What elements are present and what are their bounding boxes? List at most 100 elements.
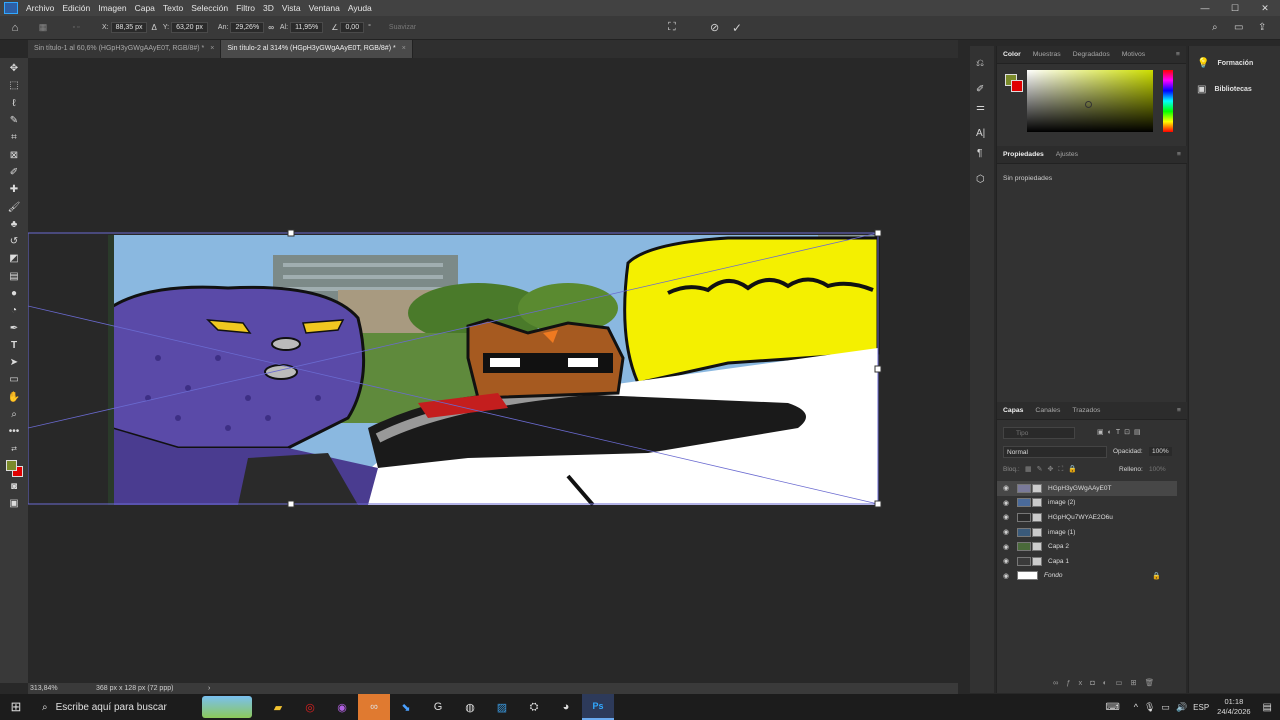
opera-icon[interactable]: ◎ <box>294 694 326 720</box>
tab-ajustes[interactable]: Ajustes <box>1050 146 1084 164</box>
hue-slider[interactable] <box>1163 70 1173 132</box>
tab-document-2[interactable]: Sin título-2 al 314% (HGpH3yGWgAAyE0T, R… <box>221 40 413 58</box>
tab-propiedades[interactable]: Propiedades <box>997 146 1050 164</box>
close-tab-icon[interactable]: × <box>210 45 214 52</box>
windows-start-icon[interactable]: ⊞ <box>0 694 32 720</box>
menu-archivo[interactable]: Archivo <box>22 3 58 13</box>
eye-icon[interactable]: ◉ <box>1003 572 1013 580</box>
home-icon[interactable]: ⌂ <box>0 22 30 34</box>
reference-grid-icon[interactable]: ▫ ▫ <box>56 24 96 31</box>
menu-texto[interactable]: Texto <box>159 3 187 13</box>
menu-filtro[interactable]: Filtro <box>232 3 259 13</box>
layer-filter-input[interactable]: Tipo <box>1003 427 1075 439</box>
minimize-icon[interactable]: — <box>1190 0 1220 16</box>
layer-row[interactable]: ◉ Capa 2 <box>997 539 1177 554</box>
width-field[interactable]: 29,26% <box>230 22 265 33</box>
type-tool-icon[interactable]: T <box>4 337 24 354</box>
quick-mask-icon[interactable]: ◙ <box>4 478 24 495</box>
quick-selection-tool-icon[interactable]: ✎ <box>4 112 24 129</box>
brush-settings-icon[interactable]: ✐ <box>976 84 984 95</box>
shape-tool-icon[interactable]: ▭ <box>4 371 24 388</box>
layer-row[interactable]: ◉ Capa 1 <box>997 554 1177 569</box>
menu-ventana[interactable]: Ventana <box>305 3 344 13</box>
tray-expand-icon[interactable]: ^ <box>1134 702 1138 712</box>
layer-name[interactable]: Capa 2 <box>1048 543 1069 550</box>
panel-menu-icon[interactable]: ≡ <box>1170 46 1186 64</box>
eye-icon[interactable]: ◉ <box>1003 528 1013 536</box>
layer-row[interactable]: ◉ image (2) <box>997 496 1177 511</box>
eyedropper-tool-icon[interactable]: ✐ <box>4 164 24 181</box>
history-panel-icon[interactable]: ⎌ <box>976 58 984 69</box>
layer-name[interactable]: HGpHQu7WYAE2O6u <box>1048 514 1113 521</box>
more-tools-icon[interactable]: ••• <box>4 423 24 440</box>
frame-tool-icon[interactable]: ⊠ <box>4 146 24 163</box>
menu-ayuda[interactable]: Ayuda <box>344 3 376 13</box>
clock[interactable]: 01:18 24/4/2026 <box>1217 697 1250 717</box>
healing-brush-tool-icon[interactable]: ✚ <box>4 181 24 198</box>
character-panel-icon[interactable]: A| <box>976 128 985 139</box>
cancel-transform-icon[interactable]: ⊘ <box>710 21 719 34</box>
foreground-color-swatch[interactable] <box>6 459 17 471</box>
hand-tool-icon[interactable]: ✋ <box>4 389 24 406</box>
color-field[interactable] <box>1027 70 1153 132</box>
keyboard-icon[interactable]: ⌨ <box>1105 702 1119 713</box>
paint-app-icon[interactable]: ▨ <box>486 694 518 720</box>
adjustments-icon[interactable]: ⚌ <box>976 102 985 113</box>
network-icon[interactable]: ▭ <box>1161 702 1170 713</box>
eraser-tool-icon[interactable]: ◩ <box>4 250 24 267</box>
tab-document-1[interactable]: Sin título-1 al 60,6% (HGpH3yGWgAAyE0T, … <box>28 40 222 58</box>
close-tab-icon[interactable]: × <box>402 45 406 52</box>
link-icon[interactable]: ∞ <box>268 23 274 32</box>
blur-tool-icon[interactable]: ● <box>4 285 24 302</box>
crop-tool-icon[interactable]: ⌗ <box>4 129 24 146</box>
maximize-icon[interactable]: ☐ <box>1220 0 1250 16</box>
background-color-swatch[interactable] <box>1011 80 1023 92</box>
eye-icon[interactable]: ◉ <box>1003 484 1013 492</box>
chrome-app-icon[interactable]: ◍ <box>454 694 486 720</box>
path-selection-tool-icon[interactable]: ➤ <box>4 354 24 371</box>
menu-3d[interactable]: 3D <box>259 3 278 13</box>
workspace-icon[interactable]: ▭ <box>1234 22 1243 33</box>
layer-name[interactable]: Capa 1 <box>1048 558 1069 565</box>
panel-menu-icon[interactable]: ≡ <box>1171 402 1187 420</box>
smooth-label[interactable]: Suavizar <box>389 24 416 31</box>
swap-colors-icon[interactable]: ⇄ <box>4 441 24 458</box>
status-arrow-icon[interactable]: › <box>208 685 210 692</box>
menu-seleccion[interactable]: Selección <box>187 3 232 13</box>
lock-icon[interactable]: 🔒 <box>1152 572 1161 580</box>
opacity-field[interactable]: 100% <box>1149 447 1172 456</box>
dodge-tool-icon[interactable]: ◔ <box>4 302 24 319</box>
x-field[interactable]: 88,35 px <box>110 22 148 33</box>
meta-app-icon[interactable]: ∞ <box>358 694 390 720</box>
layer-name[interactable]: image (2) <box>1048 499 1075 506</box>
close-icon[interactable]: ✕ <box>1250 0 1280 16</box>
clone-stamp-tool-icon[interactable]: ♣ <box>4 216 24 233</box>
taskbar-search[interactable]: ⌕ Escribe aquí para buscar <box>32 694 202 720</box>
menu-edicion[interactable]: Edición <box>58 3 94 13</box>
zoom-tool-icon[interactable]: ⌕ <box>4 406 24 423</box>
relative-position-icon[interactable]: Δ <box>151 23 156 32</box>
tab-trazados[interactable]: Trazados <box>1066 402 1106 420</box>
reference-point-icon[interactable]: ▦ <box>30 22 56 33</box>
learn-item[interactable]: 💡 Formación <box>1197 58 1253 69</box>
steam-icon[interactable]: ⬊ <box>390 694 422 720</box>
layer-name[interactable]: image (1) <box>1048 529 1075 536</box>
app-icon-8[interactable]: ⛭ <box>518 694 550 720</box>
tab-color[interactable]: Color <box>997 46 1027 64</box>
zoom-readout[interactable]: 313,84% <box>30 685 90 692</box>
3d-panel-icon[interactable]: ⬡ <box>976 174 985 185</box>
commit-transform-icon[interactable]: ✓ <box>732 21 742 35</box>
layer-row[interactable]: ◉ HGpHQu7WYAE2O6u <box>997 510 1177 525</box>
blend-mode-select[interactable]: Normal <box>1003 446 1107 458</box>
y-field[interactable]: 63,20 px <box>171 22 208 33</box>
layer-actions[interactable]: ∞ƒx◘◐▭⊞🗑 <box>1053 678 1162 687</box>
share-icon[interactable]: ⇪ <box>1258 22 1266 33</box>
language-indicator[interactable]: ESP <box>1193 703 1209 712</box>
color-picker-cursor[interactable] <box>1085 101 1092 108</box>
layer-row[interactable]: ◉ HGpH3yGWgAAyE0T <box>997 481 1177 496</box>
height-field[interactable]: 11,95% <box>290 22 324 33</box>
menu-capa[interactable]: Capa <box>131 3 159 13</box>
microphone-icon[interactable]: 🎙 <box>1144 702 1155 713</box>
panel-menu-icon[interactable]: ≡ <box>1171 146 1187 164</box>
tab-canales[interactable]: Canales <box>1029 402 1066 420</box>
